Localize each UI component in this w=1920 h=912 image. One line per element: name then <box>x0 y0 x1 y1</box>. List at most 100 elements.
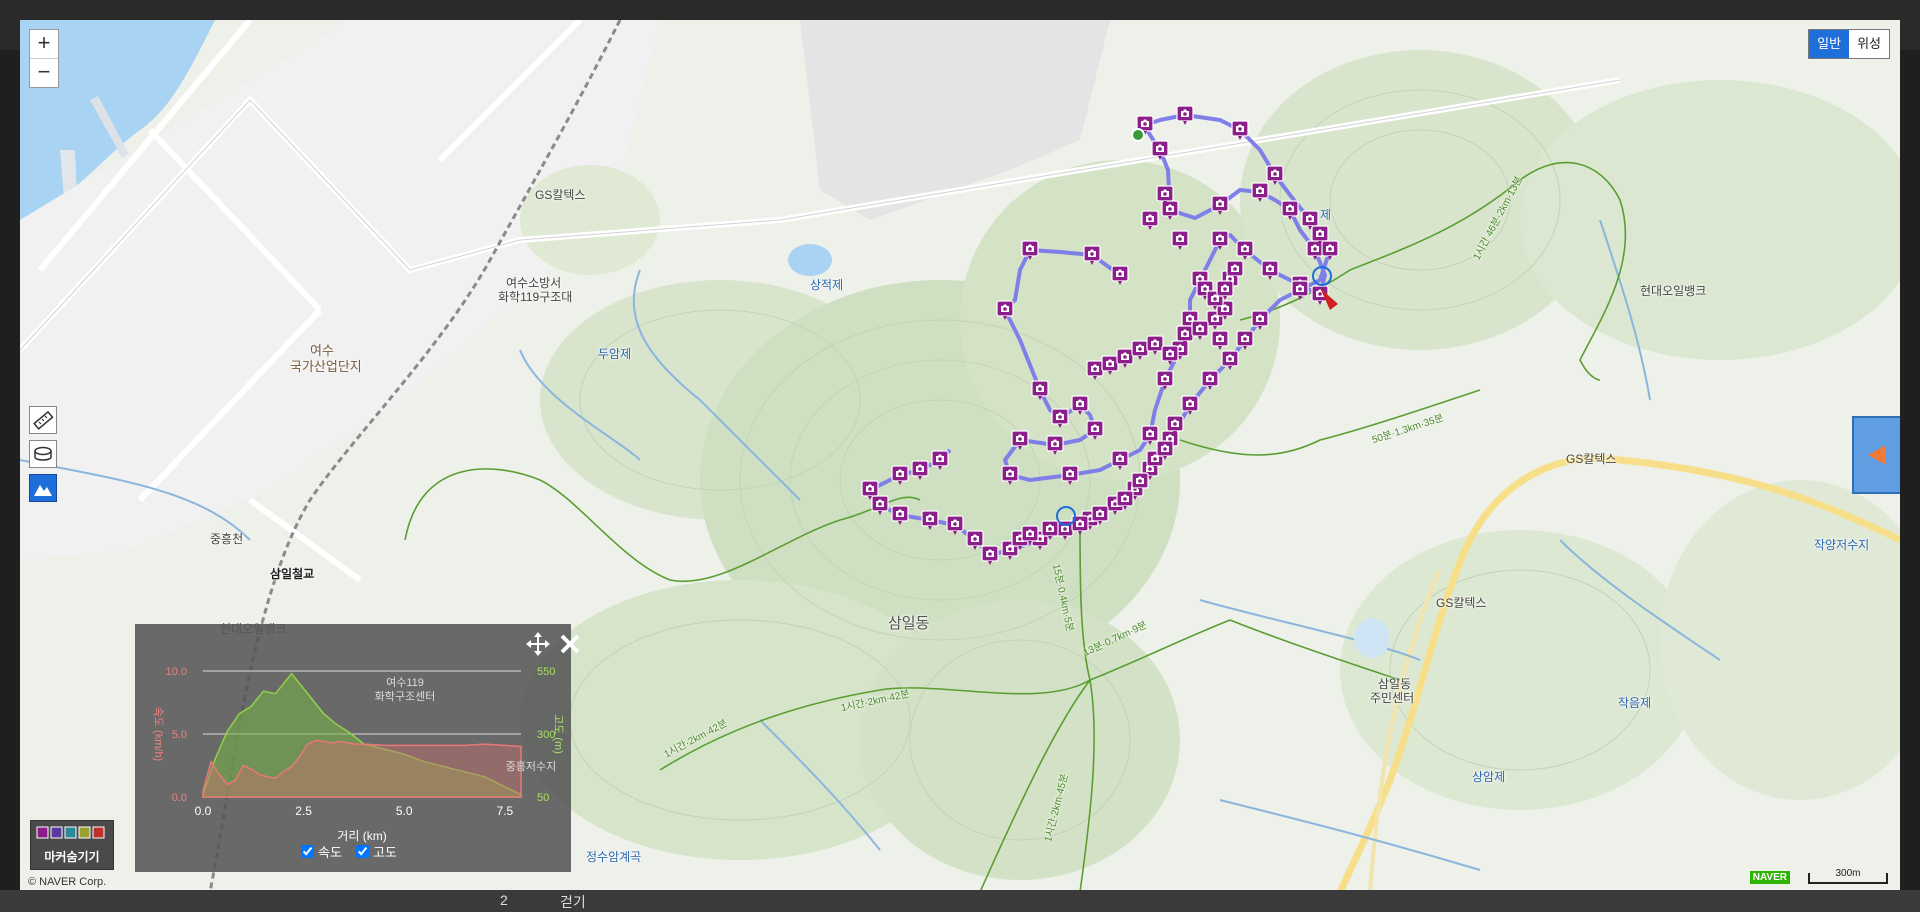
zoom-control: + − <box>29 29 59 88</box>
photo-marker[interactable] <box>1141 210 1159 230</box>
y-right-tick-label: 50 <box>537 792 549 804</box>
elevation-chart: 0.0 2.5 5.0 7.50.05.010.050300550거리 (km)속도 … <box>152 666 564 843</box>
photo-marker[interactable] <box>1251 182 1269 202</box>
photo-marker[interactable] <box>946 515 964 535</box>
x-axis-label: 거리 (km) <box>337 829 386 843</box>
photo-marker[interactable] <box>1083 245 1101 265</box>
photo-marker[interactable] <box>1161 200 1179 220</box>
photo-marker[interactable] <box>1146 335 1164 355</box>
move-icon[interactable] <box>525 631 551 657</box>
marker-set-icon <box>36 826 105 839</box>
start-marker[interactable] <box>1131 128 1145 142</box>
photo-marker[interactable] <box>1321 240 1339 260</box>
speed-checkbox-row: 속도 <box>301 842 342 861</box>
scale-bar: 300m <box>1808 869 1888 884</box>
photo-marker[interactable] <box>981 545 999 565</box>
photo-marker[interactable] <box>1171 230 1189 250</box>
photo-marker[interactable] <box>931 450 949 470</box>
photo-marker[interactable] <box>1291 280 1309 300</box>
label-gs-caltex-3: GS칼텍스 <box>1436 596 1487 610</box>
map-type-normal-button[interactable]: 일반 <box>1809 30 1850 58</box>
area-tool-button[interactable] <box>29 440 57 468</box>
close-icon[interactable] <box>559 633 581 655</box>
map-view[interactable]: GS칼텍스 여수소방서 화학119구조대 여수 국가산업단지 상적제 두암제 중… <box>20 20 1900 892</box>
photo-marker[interactable] <box>871 495 889 515</box>
photo-marker[interactable] <box>1046 435 1064 455</box>
label-industrial: 국가산업단지 <box>290 359 362 374</box>
label-jeunghungcheon: 중흥천 <box>210 532 244 546</box>
x-tick-label: 2.5 <box>295 804 312 818</box>
bottom-bar: 2 걷기 <box>0 890 1920 912</box>
label-sangjeokje: 상적제 <box>810 278 844 292</box>
ruler-icon <box>33 410 54 430</box>
layers-icon <box>34 446 52 461</box>
photo-marker[interactable] <box>1086 360 1104 380</box>
marker-hide-button[interactable]: 마커숨기기 <box>30 820 114 870</box>
altitude-checkbox-label: 고도 <box>373 845 397 860</box>
label-gs-caltex-2: GS칼텍스 <box>1566 452 1617 466</box>
label-jageumje: 작음제 <box>1618 696 1652 710</box>
copyright: © NAVER Corp. <box>28 876 107 888</box>
photo-marker[interactable] <box>921 510 939 530</box>
map-label-through-panel: 화학구조센터 <box>375 690 436 703</box>
photo-marker[interactable] <box>891 505 909 525</box>
photo-marker[interactable] <box>1001 465 1019 485</box>
photo-marker[interactable] <box>1111 450 1129 470</box>
photo-marker[interactable] <box>1111 265 1129 285</box>
x-tick-label: 5.0 <box>396 804 413 818</box>
gps-track-line <box>868 113 1332 557</box>
photo-marker[interactable] <box>1191 320 1209 340</box>
label-jeongsu: 정수암계곡 <box>586 850 642 864</box>
photo-marker[interactable] <box>1131 340 1149 360</box>
label-rescue-team: 화학119구조대 <box>498 290 573 304</box>
bottom-number: 2 <box>500 892 508 908</box>
photo-marker[interactable] <box>1156 370 1174 390</box>
side-panel-toggle[interactable] <box>1852 416 1900 494</box>
photo-marker[interactable] <box>1051 408 1069 428</box>
photo-marker[interactable] <box>1061 465 1079 485</box>
photo-marker[interactable] <box>1086 420 1104 440</box>
photo-marker[interactable] <box>1176 105 1194 125</box>
bottom-walk-label: 걷기 <box>560 894 586 910</box>
x-tick-label: 0.0 <box>195 804 212 818</box>
y-left-tick-label: 10.0 <box>166 666 187 678</box>
y-left-tick-label: 5.0 <box>172 729 187 741</box>
map-label-through-panel: 여수119 <box>386 676 424 689</box>
altitude-checkbox[interactable] <box>356 845 369 858</box>
photo-marker[interactable] <box>1151 140 1169 160</box>
map-type-satellite-button[interactable]: 위성 <box>1849 30 1889 58</box>
elevation-tool-button[interactable] <box>29 474 57 502</box>
label-samil-center-2: 주민센터 <box>1370 691 1415 705</box>
y-right-tick-label: 550 <box>537 666 555 678</box>
label-lake: 제 <box>1320 208 1332 222</box>
speed-checkbox-label: 속도 <box>318 845 342 860</box>
label-duamje: 두암제 <box>598 347 632 361</box>
photo-marker[interactable] <box>1261 260 1279 280</box>
label-hyundai-oilbank-2: 현대오일뱅크 <box>1640 284 1707 298</box>
photo-marker[interactable] <box>891 465 909 485</box>
arrow-left-icon <box>1868 445 1886 465</box>
zoom-out-button[interactable]: − <box>30 59 58 87</box>
photo-marker[interactable] <box>911 460 929 480</box>
photo-marker[interactable] <box>1211 195 1229 215</box>
map-type-toggle: 일반 위성 <box>1808 29 1890 59</box>
label-jakyang-reservoir: 작양저수지 <box>1814 538 1870 552</box>
map-label-through-panel: 중흥저수지 <box>506 759 557 773</box>
y-left-tick-label: 0.0 <box>172 792 187 804</box>
x-tick-label: 7.5 <box>497 804 514 818</box>
speed-checkbox[interactable] <box>301 845 314 858</box>
y-left-axis-label: 속도 (km/h) <box>152 707 165 761</box>
photo-marker[interactable] <box>1101 355 1119 375</box>
mountain-icon <box>34 485 52 496</box>
photo-marker[interactable] <box>1306 240 1324 260</box>
altitude-checkbox-row: 고도 <box>356 842 397 861</box>
label-sanganje: 상암제 <box>1472 770 1506 784</box>
zoom-in-button[interactable]: + <box>30 30 58 59</box>
photo-marker[interactable] <box>1116 348 1134 368</box>
photo-marker[interactable] <box>1211 330 1229 350</box>
label-gs-caltex-1: GS칼텍스 <box>535 188 586 202</box>
ruler-tool-button[interactable] <box>29 406 57 434</box>
photo-marker[interactable] <box>1236 240 1254 260</box>
y-right-axis-label: 고도 (m) <box>552 714 564 754</box>
label-samil-dong: 삼일동 <box>888 615 930 632</box>
